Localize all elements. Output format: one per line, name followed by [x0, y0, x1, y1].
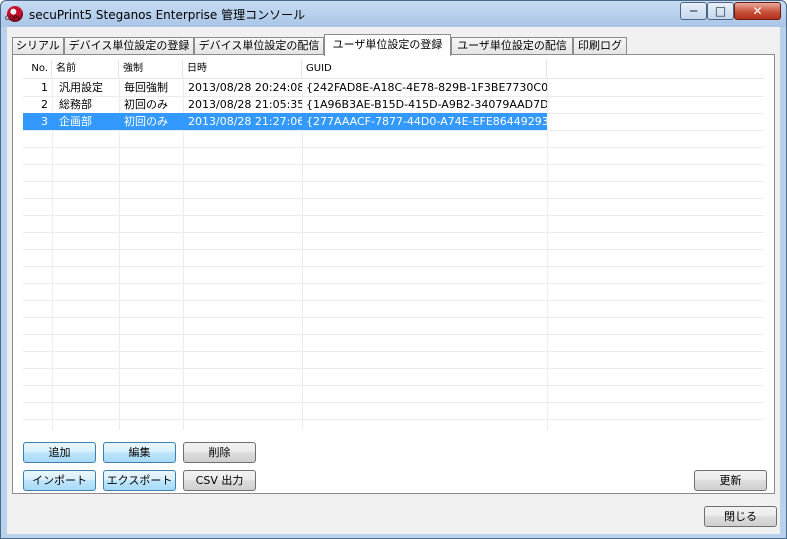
csv-export-button[interactable]: CSV 出力: [183, 470, 256, 491]
grid-column-line: [183, 78, 184, 430]
column-header-no[interactable]: No.: [23, 60, 52, 78]
column-header-force[interactable]: 強制: [119, 60, 183, 78]
grid-row-line: [23, 181, 764, 182]
table-row[interactable]: 2 総務部 初回のみ 2013/08/28 21:05:35 {1A96B3AE…: [23, 96, 547, 113]
grid-column-line: [547, 78, 548, 430]
table-row[interactable]: 1 汎用設定 毎回強制 2013/08/28 20:24:08 {242FAD8…: [23, 79, 547, 96]
grid-row-line: [23, 266, 764, 267]
cell-force: 初回のみ: [124, 98, 168, 111]
grid-row-line: [23, 368, 764, 369]
tab-device-settings-register[interactable]: デバイス単位設定の登録: [64, 37, 194, 55]
maximize-icon: □: [714, 4, 727, 18]
tab-panel: No. 名前 強制 日時 GUID 1 汎用設定 毎回強制 2013/08/28…: [12, 54, 775, 494]
column-header-datetime[interactable]: 日時: [183, 60, 302, 78]
main-window: COPI secuPrint5 Steganos Enterprise 管理コン…: [0, 0, 787, 539]
grid-row-line: [23, 198, 764, 199]
cell-name: 汎用設定: [59, 81, 103, 94]
grid-row-line: [23, 419, 764, 420]
add-button[interactable]: 追加: [23, 442, 96, 463]
client-area: シリアル デバイス単位設定の登録 デバイス単位設定の配信 ユーザ単位設定の登録 …: [7, 27, 780, 534]
cell-no: 1: [41, 81, 48, 94]
grid-column-line: [119, 78, 120, 430]
minimize-button[interactable]: ─: [680, 2, 707, 20]
list-header: No. 名前 強制 日時 GUID: [23, 60, 764, 79]
column-header-name[interactable]: 名前: [52, 60, 119, 78]
cell-datetime: 2013/08/28 20:24:08: [188, 81, 302, 94]
import-button[interactable]: インポート: [23, 470, 96, 491]
close-icon: ✕: [752, 4, 763, 18]
close-button[interactable]: 閉じる: [704, 506, 777, 527]
user-settings-list[interactable]: No. 名前 強制 日時 GUID 1 汎用設定 毎回強制 2013/08/28…: [23, 60, 764, 430]
grid-row-line: [23, 130, 764, 131]
app-logo-text: COPI: [5, 15, 20, 22]
minimize-icon: ─: [689, 4, 698, 18]
grid-row-line: [23, 215, 764, 216]
grid-column-line: [302, 78, 303, 430]
cell-guid: {242FAD8E-A18C-4E78-829B-1F3BE7730C09}: [306, 81, 547, 94]
grid-row-line: [23, 385, 764, 386]
cell-force: 初回のみ: [124, 115, 168, 128]
column-header-guid[interactable]: GUID: [302, 60, 547, 78]
maximize-button[interactable]: □: [707, 2, 734, 20]
close-window-button[interactable]: ✕: [734, 2, 781, 20]
cell-force: 毎回強制: [124, 81, 168, 94]
grid-row-line: [23, 300, 764, 301]
tab-serial[interactable]: シリアル: [12, 37, 64, 55]
tab-print-log[interactable]: 印刷ログ: [573, 37, 627, 55]
cell-datetime: 2013/08/28 21:27:06: [188, 115, 302, 128]
grid-row-line: [23, 249, 764, 250]
edit-button[interactable]: 編集: [103, 442, 176, 463]
cell-no: 2: [41, 98, 48, 111]
grid-column-line: [52, 78, 53, 430]
grid-row-line: [23, 232, 764, 233]
title-bar[interactable]: COPI secuPrint5 Steganos Enterprise 管理コン…: [1, 1, 786, 27]
grid-row-line: [23, 334, 764, 335]
cell-name: 総務部: [59, 98, 92, 111]
cell-no: 3: [41, 115, 48, 128]
grid-row-line: [23, 317, 764, 318]
grid-row-line: [23, 283, 764, 284]
export-button[interactable]: エクスポート: [103, 470, 176, 491]
grid-row-line: [23, 351, 764, 352]
cell-name: 企画部: [59, 115, 92, 128]
cell-guid: {277AAACF-7877-44D0-A74E-EFE864492933}: [306, 115, 547, 128]
tab-user-settings-register[interactable]: ユーザ単位設定の登録: [324, 34, 451, 56]
grid-row-line: [23, 147, 764, 148]
tab-device-settings-distribute[interactable]: デバイス単位設定の配信: [194, 37, 324, 55]
grid-row-line: [23, 402, 764, 403]
window-title: secuPrint5 Steganos Enterprise 管理コンソール: [29, 8, 306, 22]
cell-guid: {1A96B3AE-B15D-415D-A9B2-34079AAD7DC2}: [306, 98, 547, 111]
delete-button[interactable]: 削除: [183, 442, 256, 463]
cell-datetime: 2013/08/28 21:05:35: [188, 98, 302, 111]
tab-user-settings-distribute[interactable]: ユーザ単位設定の配信: [451, 37, 573, 55]
refresh-button[interactable]: 更新: [694, 470, 767, 491]
grid-row-line: [23, 164, 764, 165]
table-row-selected[interactable]: 3 企画部 初回のみ 2013/08/28 21:27:06 {277AAACF…: [23, 113, 547, 130]
